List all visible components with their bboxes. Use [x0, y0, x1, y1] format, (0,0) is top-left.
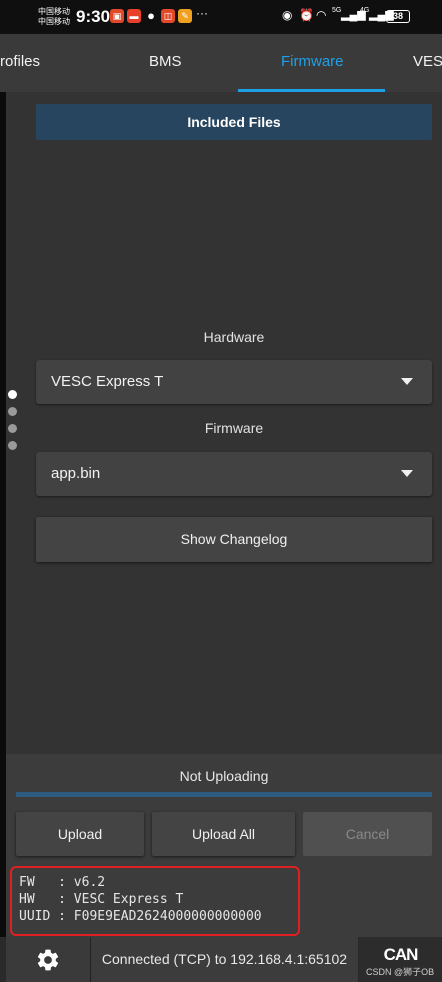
carrier-labels: 中国移动 中国移动 [38, 7, 70, 27]
wifi-icon: ◠ [316, 8, 327, 22]
firmware-label: Firmware [204, 420, 264, 436]
hardware-select-value: VESC Express T [51, 373, 164, 390]
upload-button[interactable]: Upload [16, 812, 144, 856]
device-info-box: FW : v6.2 HW : VESC Express T UUID : F09E9… [10, 866, 300, 936]
hardware-label: Hardware [203, 329, 265, 345]
hardware-select[interactable]: VESC Express T [36, 360, 432, 404]
status-bar: 中国移动 中国移动 9:30 ▣ ▬ ● ◫ ✎ ··· ◉ ⏰ ◠ 5G ▂▄… [0, 0, 442, 34]
page-dot[interactable] [8, 441, 17, 450]
included-files-header[interactable]: Included Files [36, 104, 432, 140]
carrier-1: 中国移动 [38, 7, 70, 16]
firmware-select[interactable]: app.bin [36, 452, 432, 496]
watermark: CSDN @狮子OB [366, 967, 435, 977]
upload-progress-bar [16, 792, 432, 797]
page-dot[interactable] [8, 407, 17, 416]
connection-status: Connected (TCP) to 192.168.4.1:65102 [90, 937, 358, 982]
chat-bubble-icon: ● [147, 8, 155, 23]
eye-icon: ◉ [282, 8, 293, 22]
upload-all-button[interactable]: Upload All [152, 812, 295, 856]
more-notifications: ··· [196, 6, 208, 20]
can-label: CAN [383, 945, 419, 964]
fw-version: FW : v6.2 [19, 875, 106, 890]
battery-indicator: 38 [386, 10, 410, 23]
dropdown-arrow-icon [401, 378, 413, 385]
signal-1-label: 5G [332, 7, 342, 14]
alarm-icon: ⏰ [299, 8, 314, 22]
tab-bar: rofiles BMS Firmware VES [0, 34, 442, 92]
firmware-select-value: app.bin [51, 465, 101, 482]
notification-app-icon: ▣ [110, 9, 124, 23]
upload-status: Not Uploading [179, 768, 269, 784]
dropdown-arrow-icon [401, 470, 413, 477]
notification-app-icon: ◫ [161, 9, 175, 23]
gear-icon [37, 949, 59, 971]
clock: 9:30 [76, 7, 111, 26]
notification-app-icon: ▬ [127, 9, 141, 23]
page-dot[interactable] [8, 424, 17, 433]
hw-version: HW : VESC Express T [19, 892, 184, 907]
device-uuid: UUID : F09E9EAD2624000000000000 [19, 909, 262, 924]
signal-2-label: 4G [360, 7, 370, 14]
settings-button[interactable] [6, 937, 90, 982]
firmware-panel: Included Files Hardware VESC Express T F… [6, 92, 442, 754]
tab-vesc[interactable]: VES [413, 53, 442, 70]
page-indicator[interactable] [8, 390, 18, 458]
tab-bms[interactable]: BMS [149, 53, 182, 70]
notification-app-icon: ✎ [178, 9, 192, 23]
carrier-2: 中国移动 [38, 17, 70, 26]
cancel-button[interactable]: Cancel [303, 812, 432, 856]
tab-firmware[interactable]: Firmware [281, 53, 344, 70]
show-changelog-button[interactable]: Show Changelog [36, 517, 432, 562]
tab-profiles[interactable]: rofiles [0, 53, 40, 70]
upload-panel: Not Uploading Upload Upload All Cancel F… [6, 754, 442, 937]
page-dot-active[interactable] [8, 390, 17, 399]
